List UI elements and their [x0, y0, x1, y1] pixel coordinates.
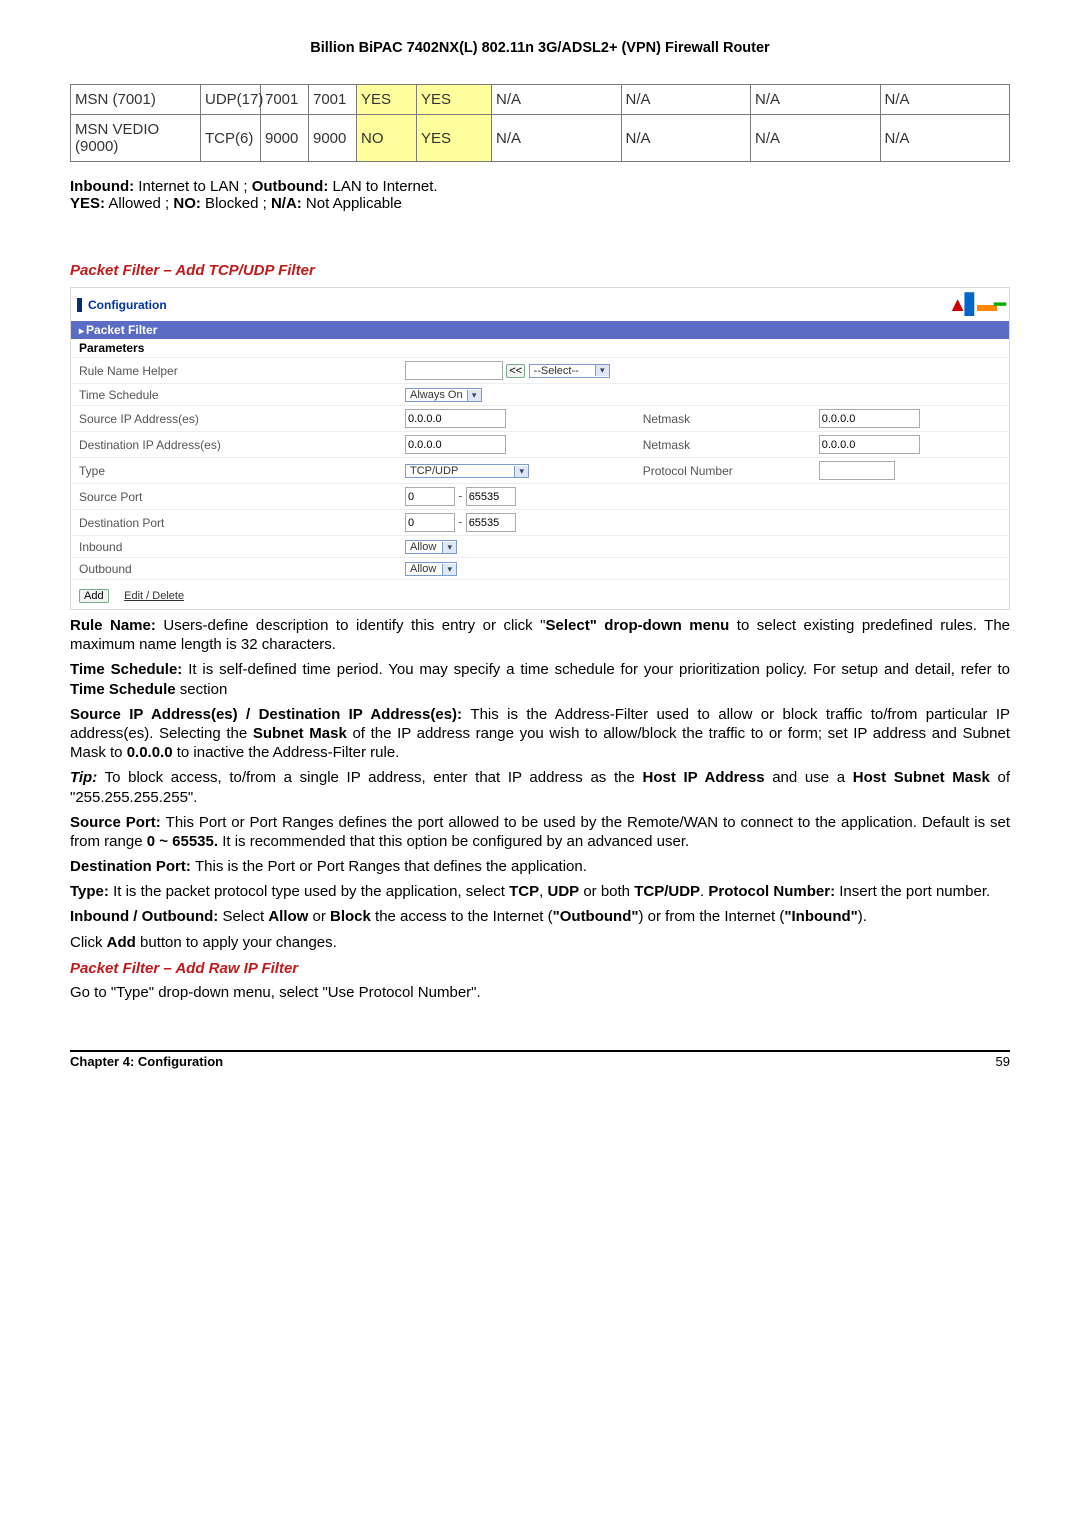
section-title-raw: Packet Filter – Add Raw IP Filter	[70, 960, 1010, 977]
add-button[interactable]: Add	[79, 589, 109, 603]
src-port-to-input[interactable]	[466, 487, 516, 506]
inout-desc: Inbound / Outbound: Select Allow or Bloc…	[70, 907, 1010, 926]
src-netmask-input[interactable]	[819, 409, 920, 428]
time-schedule-desc: Time Schedule: It is self-defined time p…	[70, 660, 1010, 698]
rule-name-label: Rule Name Helper	[71, 358, 397, 384]
dest-port-desc: Destination Port: This is the Port or Po…	[70, 857, 1010, 876]
dst-ip-input[interactable]	[405, 435, 506, 454]
dst-port-from-input[interactable]	[405, 513, 455, 532]
parameters-label: Parameters	[71, 339, 1009, 358]
protocol-number-input[interactable]	[819, 461, 895, 480]
tip-desc: Tip: To block access, to/from a single I…	[70, 768, 1010, 806]
helper-select[interactable]: --Select--	[530, 365, 595, 377]
type-select[interactable]: TCP/UDP	[406, 465, 514, 477]
outbound-label: Outbound	[71, 558, 397, 580]
address-desc: Source IP Address(es) / Destination IP A…	[70, 705, 1010, 763]
chevron-down-icon[interactable]: ▾	[467, 390, 481, 401]
time-schedule-select[interactable]: Always On	[406, 389, 467, 401]
chevron-down-icon[interactable]: ▾	[595, 365, 609, 376]
legend-notes: Inbound: Internet to LAN ; Outbound: LAN…	[70, 178, 1010, 212]
helper-insert-button[interactable]: <<	[506, 364, 525, 378]
netmask-label: Netmask	[635, 406, 811, 432]
doc-header: Billion BiPAC 7402NX(L) 802.11n 3G/ADSL2…	[70, 40, 1010, 56]
filter-form: Rule Name Helper << --Select-- ▾ Time Sc…	[71, 358, 1009, 580]
brand-logo-icon: ▲▋▬━	[948, 292, 1003, 317]
type-label: Type	[71, 458, 397, 484]
app-port-table: MSN (7001) UDP(17) 7001 7001 YES YES N/A…	[70, 84, 1010, 162]
dst-ip-label: Destination IP Address(es)	[71, 432, 397, 458]
dst-port-to-input[interactable]	[466, 513, 516, 532]
inbound-select[interactable]: Allow	[406, 541, 442, 553]
table-row: MSN VEDIO (9000) TCP(6) 9000 9000 NO YES…	[71, 115, 1010, 162]
edit-delete-link[interactable]: Edit / Delete	[124, 590, 184, 602]
src-ip-input[interactable]	[405, 409, 506, 428]
dst-netmask-input[interactable]	[819, 435, 920, 454]
src-port-from-input[interactable]	[405, 487, 455, 506]
footer-chapter: Chapter 4: Configuration	[70, 1054, 223, 1069]
outbound-select[interactable]: Allow	[406, 563, 442, 575]
src-port-label: Source Port	[71, 484, 397, 510]
chevron-down-icon[interactable]: ▾	[442, 564, 456, 575]
rule-name-desc: Rule Name: Users-define description to i…	[70, 616, 1010, 654]
chevron-down-icon[interactable]: ▾	[442, 542, 456, 553]
chevron-down-icon[interactable]: ▾	[514, 466, 528, 477]
time-schedule-label: Time Schedule	[71, 384, 397, 406]
arrow-icon: ▸	[79, 326, 84, 337]
table-row: MSN (7001) UDP(17) 7001 7001 YES YES N/A…	[71, 85, 1010, 115]
footer-page: 59	[996, 1054, 1010, 1069]
source-port-desc: Source Port: This Port or Port Ranges de…	[70, 813, 1010, 851]
type-desc: Type: It is the packet protocol type use…	[70, 882, 1010, 901]
click-add-desc: Click Add button to apply your changes.	[70, 933, 1010, 952]
panel-title: Configuration	[77, 298, 167, 312]
config-panel: Configuration ▲▋▬━ ▸Packet Filter Parame…	[70, 287, 1010, 610]
protocol-number-label: Protocol Number	[635, 458, 811, 484]
src-ip-label: Source IP Address(es)	[71, 406, 397, 432]
raw-desc: Go to "Type" drop-down menu, select "Use…	[70, 983, 1010, 1002]
section-title-tcpudp: Packet Filter – Add TCP/UDP Filter	[70, 262, 1010, 279]
rule-name-input[interactable]	[405, 361, 503, 380]
netmask-label: Netmask	[635, 432, 811, 458]
panel-subhead: ▸Packet Filter	[71, 321, 1009, 339]
dst-port-label: Destination Port	[71, 510, 397, 536]
inbound-label: Inbound	[71, 536, 397, 558]
